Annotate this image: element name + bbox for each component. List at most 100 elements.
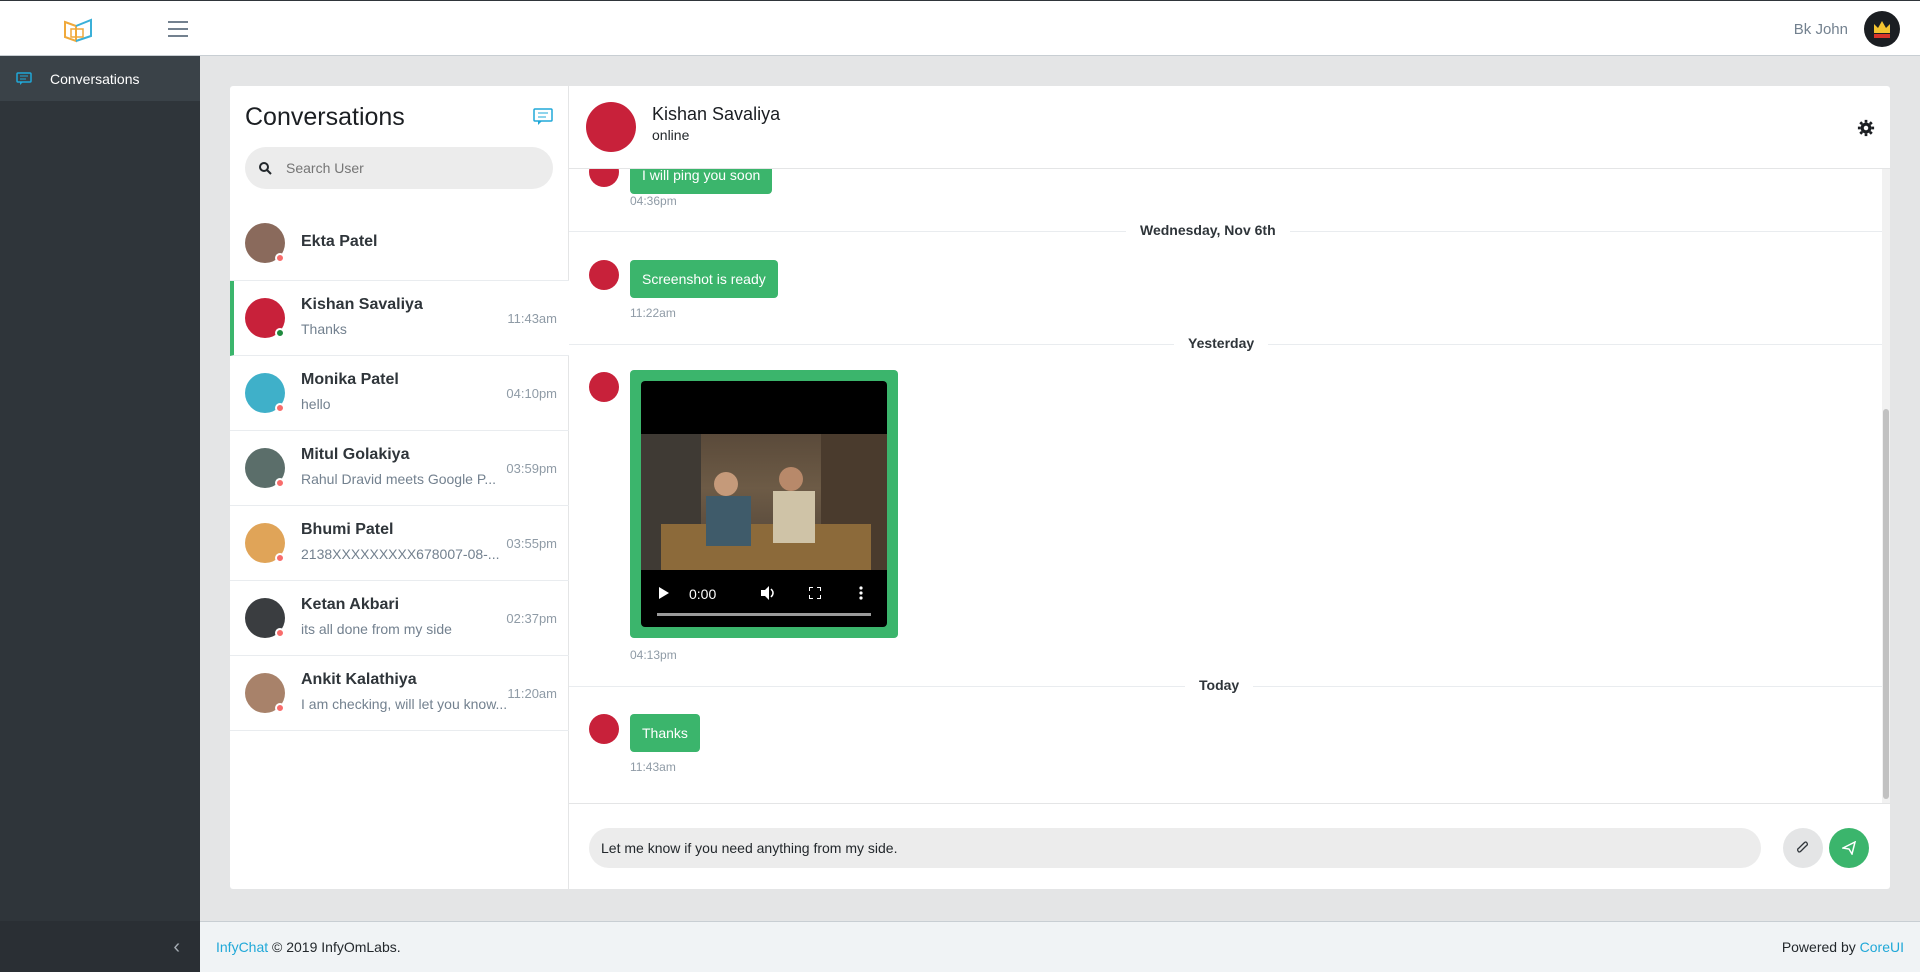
video-message: 0:00: [630, 370, 898, 638]
conversations-title: Conversations: [245, 103, 405, 131]
status-dot: [275, 253, 285, 263]
contact-name: Ekta Patel: [301, 233, 378, 250]
sidebar: Conversations ‹: [0, 56, 200, 972]
contact-name: Ankit Kalathiya: [301, 671, 417, 688]
contact-time: 11:43am: [507, 311, 557, 326]
footer-left: InfyChat © 2019 InfyOmLabs.: [216, 939, 401, 955]
message-scrollbar[interactable]: [1882, 169, 1890, 803]
compose-area: [569, 803, 1890, 889]
fullscreen-icon[interactable]: [809, 587, 821, 599]
contact-name: Kishan Savaliya: [301, 296, 423, 313]
contact-item[interactable]: Kishan Savaliya Thanks 11:43am: [230, 281, 569, 356]
video-controls: 0:00: [641, 571, 887, 627]
video-player[interactable]: 0:00: [641, 381, 887, 627]
search-input[interactable]: [286, 160, 526, 176]
contact-last-message: I am checking, will let you know...: [301, 696, 508, 712]
footer-coreui-link[interactable]: CoreUI: [1860, 939, 1904, 955]
status-dot: [275, 403, 285, 413]
contact-last-message: Thanks: [301, 321, 347, 337]
user-avatar[interactable]: [1864, 11, 1900, 47]
attach-button[interactable]: [1783, 828, 1823, 868]
message-avatar: [589, 372, 619, 402]
chat-icon: [16, 71, 32, 85]
contact-name: Bhumi Patel: [301, 521, 394, 538]
status-dot: [275, 553, 285, 563]
contact-time: 04:10pm: [506, 386, 557, 401]
play-icon[interactable]: [659, 587, 669, 599]
contact-last-message: hello: [301, 396, 331, 412]
contact-name: Monika Patel: [301, 371, 399, 388]
video-progress-bar[interactable]: [657, 613, 871, 616]
message-bubble: I will ping you soon: [630, 169, 773, 194]
message-time: 04:13pm: [630, 648, 677, 662]
video-frame: [641, 434, 887, 570]
search-icon: [259, 161, 272, 175]
message-time: 11:43am: [630, 760, 676, 774]
sidebar-item-label: Conversations: [50, 70, 140, 87]
settings-gear-icon[interactable]: [1857, 119, 1875, 137]
chat-header: Kishan Savaliya online: [569, 86, 1890, 169]
message-time: 11:22am: [630, 306, 676, 320]
date-divider-label: Today: [1185, 677, 1254, 693]
contact-last-message: Rahul Dravid meets Google P...: [301, 471, 497, 487]
status-dot: [275, 478, 285, 488]
attachment-icon: [1797, 841, 1808, 853]
sidebar-minimizer[interactable]: ‹: [0, 921, 200, 972]
contact-last-message: its all done from my side: [301, 621, 452, 637]
contact-item[interactable]: Bhumi Patel 2138XXXXXXXXX678007-08-... 03:…: [230, 506, 569, 581]
footer-brand-link[interactable]: InfyChat: [216, 939, 268, 955]
message-input-box: [589, 828, 1761, 868]
user-name[interactable]: Bk John: [1794, 21, 1848, 38]
contact-last-message: 2138XXXXXXXXX678007-08-...: [301, 546, 500, 562]
more-icon[interactable]: [859, 586, 863, 600]
message-avatar: [589, 260, 619, 290]
scrollbar-thumb[interactable]: [1883, 409, 1889, 799]
send-button[interactable]: [1829, 828, 1869, 868]
message-list[interactable]: I will ping you soon 04:36pm Wednesday, …: [569, 169, 1890, 803]
chat-panel: Kishan Savaliya online I will ping you s…: [569, 86, 1890, 889]
crown-icon: [1874, 21, 1890, 38]
footer-copyright: © 2019 InfyOmLabs.: [272, 939, 401, 955]
footer: InfyChat © 2019 InfyOmLabs. Powered by C…: [200, 921, 1920, 972]
hamburger-icon[interactable]: [168, 21, 188, 37]
message-input[interactable]: [601, 840, 1741, 856]
status-dot: [275, 328, 285, 338]
footer-powered-by: Powered by: [1781, 939, 1856, 955]
contact-item[interactable]: Mitul Golakiya Rahul Dravid meets Google …: [230, 431, 569, 506]
contact-list: Ekta Patel Kishan Savaliya Thanks 11:43am Mo…: [230, 206, 569, 731]
contact-item[interactable]: Ekta Patel: [230, 206, 569, 281]
video-time: 0:00: [689, 586, 717, 602]
contact-name: Ketan Akbari: [301, 596, 400, 613]
date-divider-label: Wednesday, Nov 6th: [1126, 222, 1290, 238]
contact-time: 02:37pm: [506, 611, 557, 626]
top-header: Bk John: [0, 0, 1920, 56]
contact-time: 03:59pm: [506, 461, 557, 476]
chat-contact-status: online: [652, 127, 690, 143]
date-divider-label: Yesterday: [1174, 335, 1269, 351]
contact-name: Mitul Golakiya: [301, 446, 410, 463]
chat-contact-name: Kishan Savaliya: [652, 104, 781, 124]
new-conversation-icon[interactable]: [533, 108, 553, 126]
volume-icon[interactable]: [761, 586, 777, 600]
contact-item[interactable]: Monika Patel hello 04:10pm: [230, 356, 569, 431]
search-box: [245, 147, 553, 189]
status-dot: [275, 628, 285, 638]
contact-time: 11:20am: [507, 686, 557, 701]
message-bubble: Thanks: [630, 714, 700, 752]
message-time: 04:36pm: [630, 194, 677, 208]
message-avatar: [589, 714, 619, 744]
contact-item[interactable]: Ankit Kalathiya I am checking, will let y…: [230, 656, 569, 731]
chat-avatar: [586, 102, 636, 152]
message-avatar: [589, 169, 619, 187]
message-bubble: Screenshot is ready: [630, 260, 778, 298]
conversations-panel: Conversations Ekta Patel Kishan Savaliya T…: [230, 86, 569, 889]
contact-time: 03:55pm: [506, 536, 557, 551]
chat-card: Conversations Ekta Patel Kishan Savaliya T…: [230, 86, 1890, 889]
chevron-left-icon: ‹: [173, 936, 180, 958]
status-dot: [275, 703, 285, 713]
sidebar-item-conversations[interactable]: Conversations: [0, 56, 200, 101]
send-icon: [1842, 841, 1856, 855]
app-logo-icon[interactable]: [62, 17, 94, 43]
footer-right: Powered by CoreUI: [1782, 939, 1904, 955]
contact-item[interactable]: Ketan Akbari its all done from my side 02:…: [230, 581, 569, 656]
